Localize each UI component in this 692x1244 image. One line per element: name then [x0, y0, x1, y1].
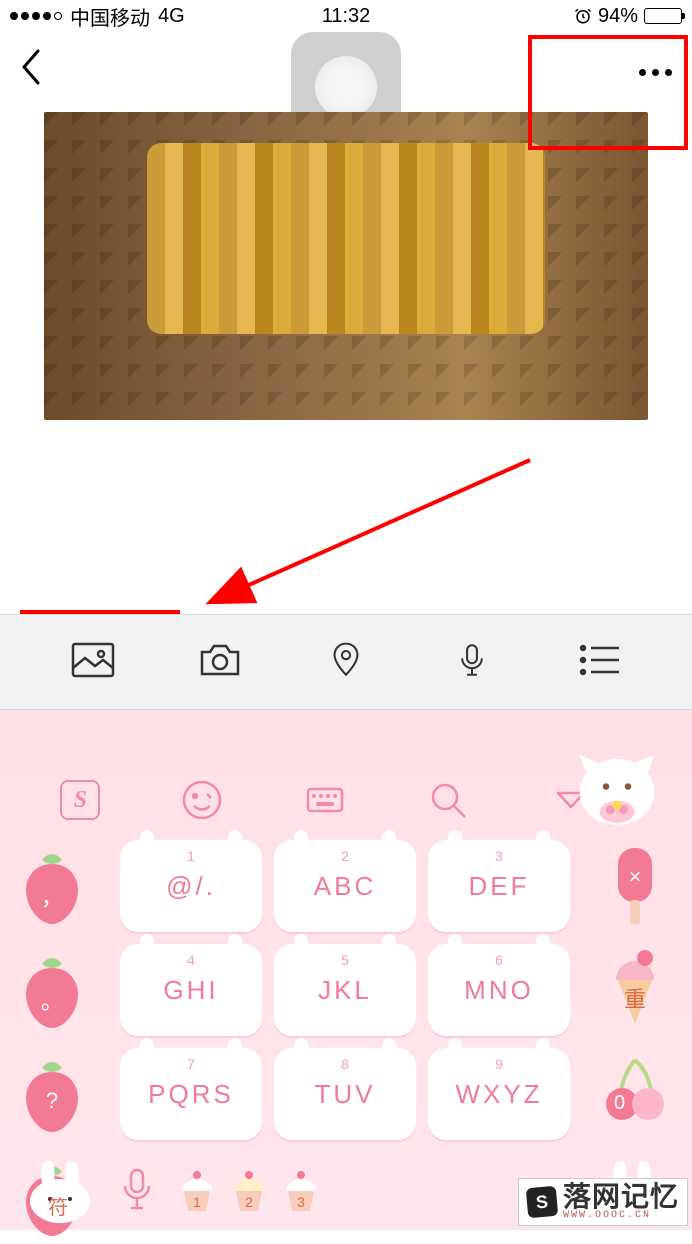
censored-region	[147, 143, 546, 334]
key-digit: 4	[187, 952, 195, 968]
watermark-url: WWW.OOOC.CN	[563, 1211, 679, 1221]
key-reinput[interactable]: 重	[600, 944, 670, 1036]
keyboard-grid: 1 @/. 2 ABC 3 DEF 4 GHI 5 JKL 6 MNO 7 PQRS 8 TUV…	[120, 840, 570, 1140]
key-letters: ABC	[314, 871, 376, 902]
keyboard-right-column: × 重 0	[592, 840, 678, 1140]
cupcake-icon: 2	[226, 1165, 272, 1215]
key-label: ，	[41, 880, 63, 912]
key-digit: 9	[495, 1056, 503, 1072]
clock: 11:32	[322, 5, 371, 28]
content-image[interactable]	[44, 112, 648, 420]
ime-brand-button[interactable]: S	[60, 780, 100, 820]
key-7[interactable]: 7 PQRS	[120, 1048, 262, 1140]
location-button[interactable]	[324, 642, 368, 683]
key-backspace[interactable]: ×	[600, 840, 670, 932]
key-digit: 6	[495, 952, 503, 968]
network-label: 4G	[158, 5, 185, 28]
annotation-arrow-icon	[230, 450, 550, 600]
battery-percent: 94%	[598, 5, 638, 28]
key-period[interactable]: 。	[18, 944, 86, 1036]
back-button[interactable]	[20, 49, 40, 95]
key-4[interactable]: 4 GHI	[120, 944, 262, 1036]
keyboard-switch-button[interactable]	[304, 779, 346, 821]
composer-toolbar	[0, 614, 692, 710]
carrier-label: 中国移动	[70, 2, 150, 31]
key-label: 重	[624, 982, 646, 1014]
key-8[interactable]: 8 TUV	[274, 1048, 416, 1140]
key-digit: 5	[341, 952, 349, 968]
cupcake-row[interactable]: 1 2 3	[174, 1165, 324, 1215]
camera-button[interactable]	[198, 642, 242, 683]
cupcake-icon: 3	[278, 1165, 324, 1215]
key-letters: TUV	[315, 1079, 376, 1110]
key-zero[interactable]: 0	[600, 1048, 670, 1140]
mascot-cat-icon	[562, 726, 672, 836]
key-2[interactable]: 2 ABC	[274, 840, 416, 932]
key-question[interactable]: ?	[18, 1048, 86, 1140]
key-comma[interactable]: ，	[18, 840, 86, 932]
key-symbol[interactable]: 符	[20, 1155, 100, 1225]
key-label: ?	[46, 1088, 58, 1114]
key-voice-input[interactable]	[120, 1166, 154, 1214]
key-label: 符	[48, 1191, 68, 1220]
key-letters: @/.	[166, 871, 216, 902]
key-digit: 7	[187, 1056, 195, 1072]
key-digit: 1	[187, 848, 195, 864]
emoji-button[interactable]	[181, 779, 223, 821]
key-9[interactable]: 9 WXYZ	[428, 1048, 570, 1140]
list-button[interactable]	[577, 642, 621, 683]
key-label: ×	[629, 864, 642, 890]
watermark: S 落网记忆 WWW.OOOC.CN	[518, 1178, 688, 1226]
status-bar: 中国移动 4G 11:32 94%	[0, 0, 692, 32]
alarm-icon	[574, 7, 592, 25]
signal-strength-icon	[10, 12, 62, 20]
key-digit: 8	[341, 1056, 349, 1072]
svg-text:2: 2	[245, 1194, 253, 1210]
battery-icon	[644, 8, 682, 24]
status-right: 94%	[574, 5, 682, 28]
key-letters: WXYZ	[455, 1079, 542, 1110]
key-letters: PQRS	[148, 1079, 234, 1110]
svg-text:3: 3	[297, 1194, 305, 1210]
key-letters: MNO	[464, 975, 534, 1006]
cupcake-icon: 1	[174, 1165, 220, 1215]
key-letters: DEF	[469, 871, 530, 902]
key-letters: JKL	[318, 975, 372, 1006]
search-button[interactable]	[427, 779, 469, 821]
svg-text:1: 1	[193, 1194, 201, 1210]
watermark-icon: S	[526, 1186, 559, 1219]
key-letters: GHI	[163, 975, 218, 1006]
key-digit: 2	[341, 848, 349, 864]
key-6[interactable]: 6 MNO	[428, 944, 570, 1036]
key-digit: 3	[495, 848, 503, 864]
voice-button[interactable]	[450, 642, 494, 683]
status-left: 中国移动 4G	[10, 2, 185, 31]
key-label: 。	[41, 984, 63, 1016]
key-5[interactable]: 5 JKL	[274, 944, 416, 1036]
annotation-frame-more	[528, 35, 688, 150]
key-label: 0	[614, 1092, 625, 1115]
key-1[interactable]: 1 @/.	[120, 840, 262, 932]
ime-keyboard: S ， 。 ? ! 1@/.	[0, 710, 692, 1230]
key-3[interactable]: 3 DEF	[428, 840, 570, 932]
watermark-title: 落网记忆	[563, 1183, 679, 1211]
gallery-button[interactable]	[71, 642, 115, 683]
